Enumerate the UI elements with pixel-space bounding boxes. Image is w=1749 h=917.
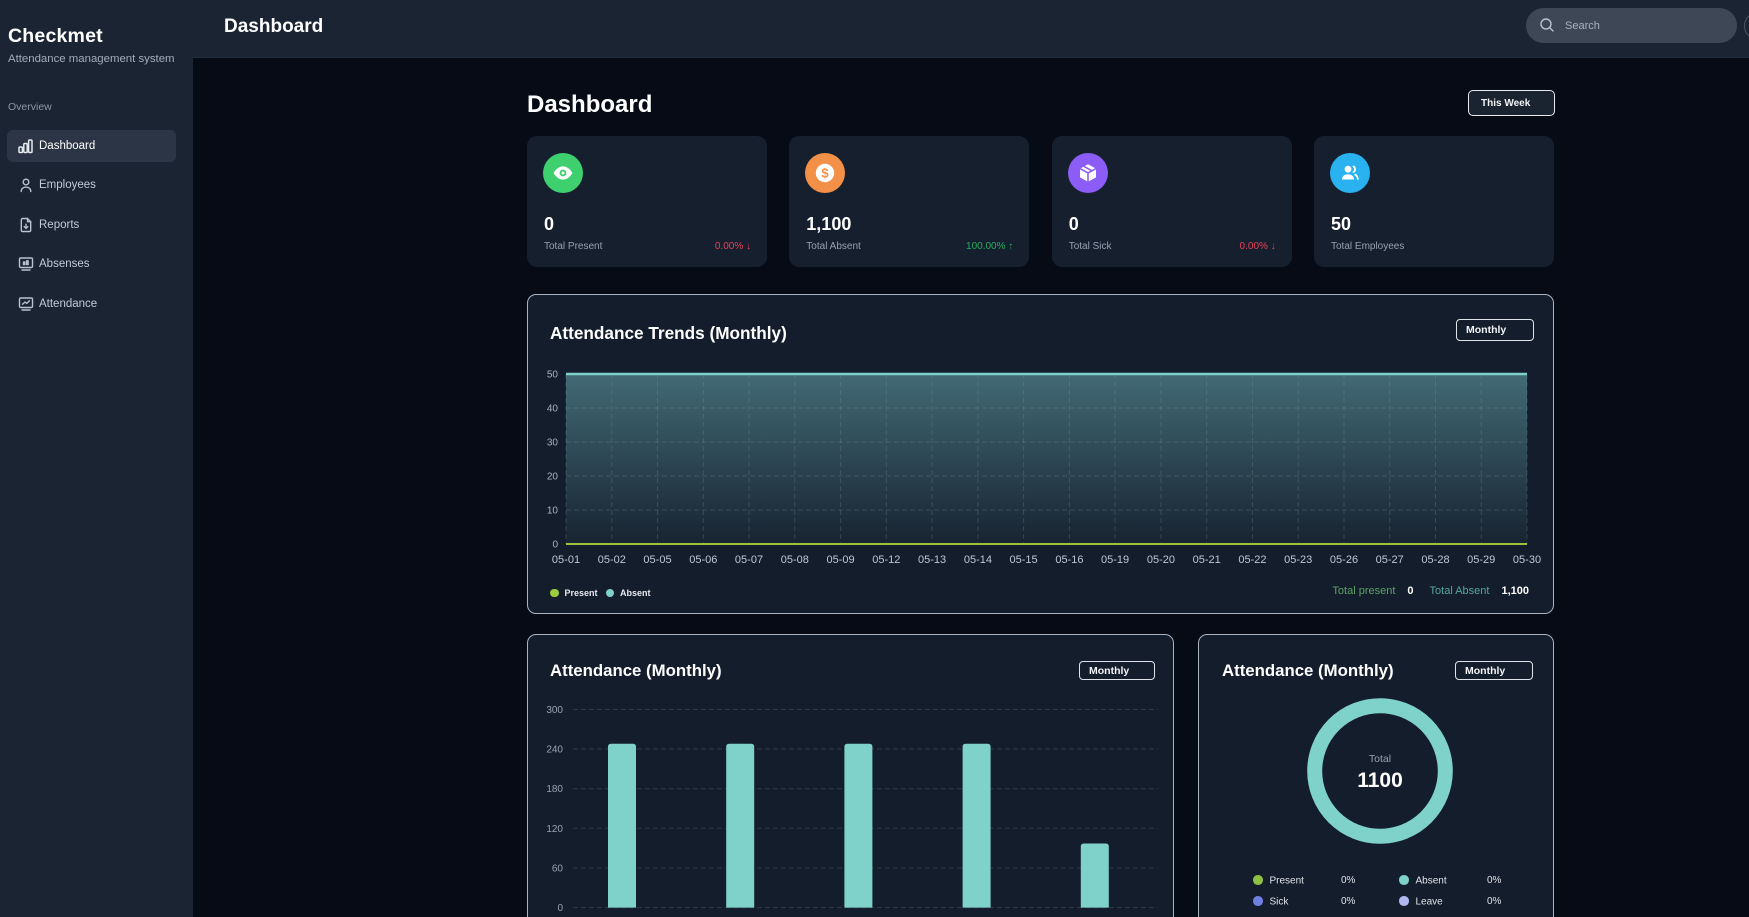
svg-text:60: 60 <box>552 864 564 875</box>
svg-text:05-27: 05-27 <box>1376 554 1404 566</box>
svg-text:300: 300 <box>546 705 563 716</box>
svg-text:05-09: 05-09 <box>827 554 855 566</box>
svg-text:05-08: 05-08 <box>781 554 809 566</box>
svg-text:0: 0 <box>552 540 558 551</box>
svg-text:30: 30 <box>547 438 559 449</box>
svg-text:05-26: 05-26 <box>1330 554 1358 566</box>
svg-text:05-23: 05-23 <box>1284 554 1312 566</box>
svg-text:05-30: 05-30 <box>1513 554 1541 566</box>
svg-text:05-05: 05-05 <box>643 554 671 566</box>
svg-text:05-22: 05-22 <box>1238 554 1266 566</box>
svg-text:05-28: 05-28 <box>1421 554 1449 566</box>
svg-text:05-06: 05-06 <box>689 554 717 566</box>
svg-text:180: 180 <box>546 784 563 795</box>
svg-text:05-21: 05-21 <box>1193 554 1221 566</box>
svg-text:10: 10 <box>547 506 559 517</box>
svg-text:50: 50 <box>547 370 559 381</box>
svg-text:0: 0 <box>557 903 563 914</box>
svg-text:05-14: 05-14 <box>964 554 992 566</box>
svg-text:1100: 1100 <box>1357 769 1403 792</box>
svg-text:$: $ <box>822 166 830 181</box>
svg-text:05-12: 05-12 <box>872 554 900 566</box>
svg-text:05-07: 05-07 <box>735 554 763 566</box>
svg-text:Total: Total <box>1369 753 1391 765</box>
svg-text:05-29: 05-29 <box>1467 554 1495 566</box>
svg-text:05-19: 05-19 <box>1101 554 1129 566</box>
svg-text:240: 240 <box>546 745 563 756</box>
svg-text:05-13: 05-13 <box>918 554 946 566</box>
svg-text:20: 20 <box>547 472 559 483</box>
svg-text:40: 40 <box>547 404 559 415</box>
svg-text:120: 120 <box>546 824 563 835</box>
svg-text:05-15: 05-15 <box>1010 554 1038 566</box>
svg-text:05-16: 05-16 <box>1055 554 1083 566</box>
svg-text:05-20: 05-20 <box>1147 554 1175 566</box>
svg-text:05-02: 05-02 <box>598 554 626 566</box>
svg-text:05-01: 05-01 <box>552 554 580 566</box>
